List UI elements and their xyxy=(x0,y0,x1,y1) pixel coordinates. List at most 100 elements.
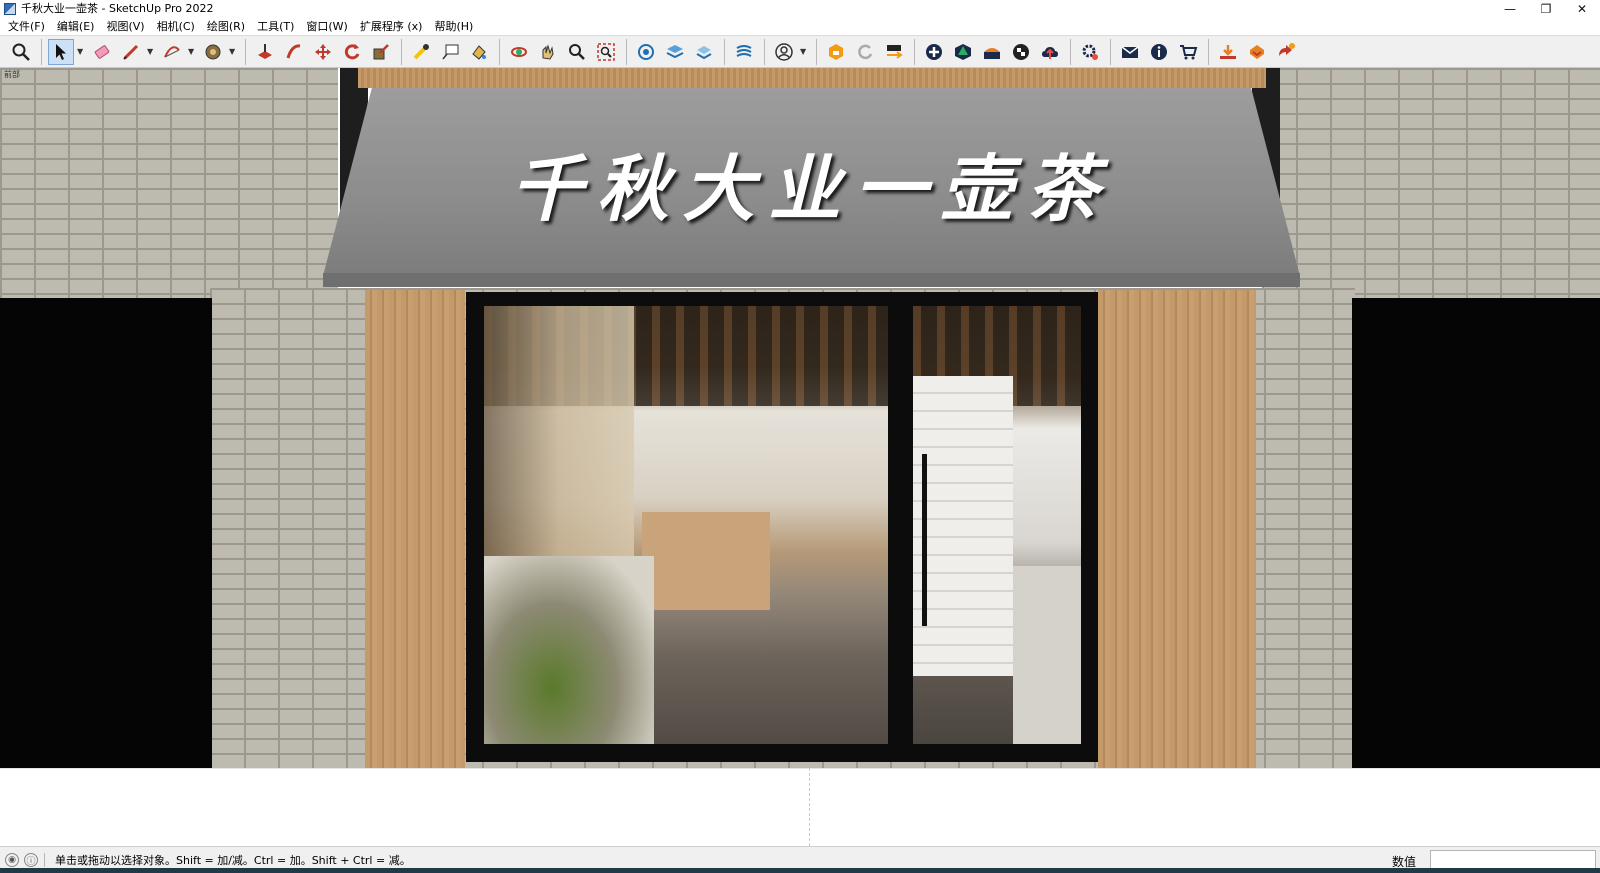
menu-bar: 文件(F) 编辑(E) 视图(V) 相机(C) 绘图(R) 工具(T) 窗口(W… xyxy=(0,18,1600,35)
zoom-extents-icon[interactable] xyxy=(8,39,34,65)
cloud-icon[interactable] xyxy=(1037,39,1063,65)
toolbar-separator xyxy=(499,38,500,65)
menu-draw[interactable]: 绘图(R) xyxy=(203,18,249,35)
orbit-icon[interactable] xyxy=(506,39,532,65)
extension-icon[interactable] xyxy=(950,39,976,65)
eraser-icon[interactable] xyxy=(89,39,115,65)
account-dropdown-icon[interactable]: ▼ xyxy=(800,47,808,56)
sign-ledge xyxy=(323,273,1300,287)
door-handle[interactable] xyxy=(922,454,927,626)
toolbar-separator xyxy=(816,38,817,65)
arc-icon[interactable] xyxy=(159,39,185,65)
wood-pillar-right xyxy=(1098,290,1256,768)
interior-counter xyxy=(642,512,770,610)
shop-signboard: 千秋大业一壶茶 xyxy=(323,88,1300,276)
pan-icon[interactable] xyxy=(535,39,561,65)
mail-icon[interactable] xyxy=(1117,39,1143,65)
toolbar-separator xyxy=(1110,38,1111,65)
menu-help[interactable]: 帮助(H) xyxy=(430,18,477,35)
scale-icon[interactable] xyxy=(368,39,394,65)
refresh-icon[interactable] xyxy=(852,39,878,65)
toolbar-separator xyxy=(1070,38,1071,65)
settings-icon[interactable] xyxy=(1077,39,1103,65)
select-icon[interactable] xyxy=(48,38,74,65)
credits-icon[interactable]: ⓘ xyxy=(24,853,38,867)
arc-dropdown-icon[interactable]: ▼ xyxy=(188,47,196,56)
follow-me-icon[interactable] xyxy=(281,39,307,65)
menu-extensions[interactable]: 扩展程序 (x) xyxy=(356,18,427,35)
shop-sign-text: 千秋大业一壶茶 xyxy=(510,145,1113,231)
model-viewport[interactable]: 千秋大业一壶茶 前部 xyxy=(0,68,1600,846)
dark-opening-right xyxy=(1352,298,1600,768)
info-icon[interactable] xyxy=(1146,39,1172,65)
cart-icon[interactable] xyxy=(1175,39,1201,65)
window-title: 千秋大业一壶茶 - SketchUp Pro 2022 xyxy=(21,2,214,15)
interior-garden xyxy=(484,556,654,744)
geo-location-icon[interactable]: ◉ xyxy=(5,853,19,867)
toolbar-separator xyxy=(764,38,765,65)
checker-icon[interactable] xyxy=(1008,39,1034,65)
zoom-window-icon[interactable] xyxy=(593,39,619,65)
ground-plane xyxy=(0,768,1600,846)
interior-desk-right xyxy=(1013,566,1081,744)
menu-window[interactable]: 窗口(W) xyxy=(302,18,351,35)
export-icon[interactable] xyxy=(1244,39,1270,65)
paint-dropdown-icon[interactable]: ▼ xyxy=(229,47,237,56)
taskbar-strip xyxy=(0,868,1600,873)
menu-camera[interactable]: 相机(C) xyxy=(153,18,199,35)
plugin-icon[interactable] xyxy=(1273,39,1299,65)
minimize-button[interactable]: — xyxy=(1492,0,1528,18)
toolbar-separator xyxy=(41,38,42,65)
select-dropdown-icon[interactable]: ▼ xyxy=(77,47,85,56)
main-toolbar: ▼ ▼ ▼ ▼ ▼ xyxy=(0,35,1600,68)
import-icon[interactable] xyxy=(1215,39,1241,65)
door-glass-right xyxy=(913,306,1081,744)
warehouse-icon[interactable] xyxy=(823,39,849,65)
component-icon[interactable] xyxy=(633,39,659,65)
paint-icon[interactable] xyxy=(466,39,492,65)
window-controls: — ❐ ✕ xyxy=(1492,0,1600,18)
toolbar-separator xyxy=(401,38,402,65)
close-button[interactable]: ✕ xyxy=(1564,0,1600,18)
wood-pillar-left xyxy=(365,290,465,768)
status-hint: 单击或拖动以选择对象。Shift = 加/减。Ctrl = 加。Shift + … xyxy=(55,854,411,867)
rotate-icon[interactable] xyxy=(339,39,365,65)
toolbar-separator xyxy=(245,38,246,65)
layout-icon[interactable] xyxy=(979,39,1005,65)
styles-icon[interactable] xyxy=(691,39,717,65)
menu-file[interactable]: 文件(F) xyxy=(4,18,49,35)
toolbar-separator xyxy=(626,38,627,65)
toolbar-separator xyxy=(914,38,915,65)
pencil-icon[interactable] xyxy=(118,39,144,65)
pencil-dropdown-icon[interactable]: ▼ xyxy=(147,47,155,56)
paint-bucket-icon[interactable] xyxy=(200,39,226,65)
wood-cornice xyxy=(358,68,1266,88)
menu-tools[interactable]: 工具(T) xyxy=(253,18,298,35)
move-icon[interactable] xyxy=(310,39,336,65)
status-separator xyxy=(44,853,45,867)
title-bar: 千秋大业一壶茶 - SketchUp Pro 2022 — ❐ ✕ xyxy=(0,0,1600,18)
interior-wall-right xyxy=(913,376,1013,676)
shadows-icon[interactable] xyxy=(731,39,757,65)
push-pull-icon[interactable] xyxy=(252,39,278,65)
toolbar-separator xyxy=(724,38,725,65)
sketchup-window: 千秋大业一壶茶 - SketchUp Pro 2022 — ❐ ✕ 文件(F) … xyxy=(0,0,1600,873)
door-mullion xyxy=(888,306,913,744)
dark-opening-left xyxy=(0,298,212,768)
layers-icon[interactable] xyxy=(662,39,688,65)
text-icon[interactable] xyxy=(437,39,463,65)
add-icon[interactable] xyxy=(921,39,947,65)
measurements-input[interactable] xyxy=(1430,850,1596,869)
toolbar-separator xyxy=(1208,38,1209,65)
scenes-icon[interactable] xyxy=(881,39,907,65)
green-axis xyxy=(809,768,810,846)
menu-view[interactable]: 视图(V) xyxy=(102,18,148,35)
sketchup-logo-icon xyxy=(4,3,16,15)
zoom-icon[interactable] xyxy=(564,39,590,65)
maximize-button[interactable]: ❐ xyxy=(1528,0,1564,18)
account-icon[interactable] xyxy=(771,39,797,65)
tape-measure-icon[interactable] xyxy=(408,39,434,65)
scene-label: 前部 xyxy=(4,70,20,79)
menu-edit[interactable]: 编辑(E) xyxy=(53,18,99,35)
door-glass-left xyxy=(484,306,888,744)
